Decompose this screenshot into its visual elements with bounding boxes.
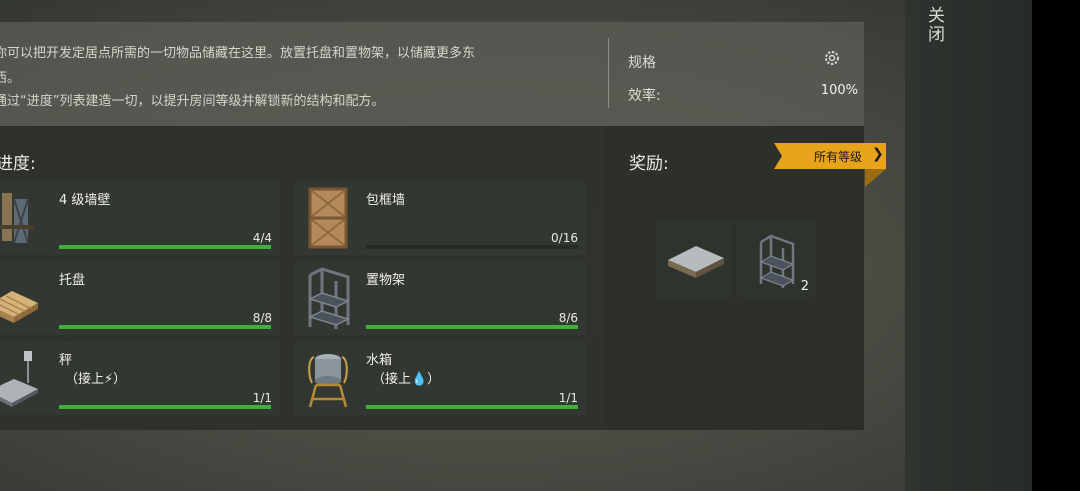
progress-bar-fill <box>59 325 271 329</box>
rewards-title: 奖励: <box>629 154 669 174</box>
all-levels-button[interactable]: 所有等级 ❯ <box>774 143 886 187</box>
task-name: 秤 <box>59 353 73 368</box>
reward-qty: 2 <box>800 279 809 294</box>
task-shelf[interactable]: 置物架 8/6 <box>294 261 586 335</box>
reward-slot[interactable]: 2 <box>737 220 815 298</box>
water-tank-icon <box>308 354 348 408</box>
task-name: 包框墙 <box>366 193 406 208</box>
progress-bar <box>366 325 578 329</box>
task-water-tank[interactable]: 水箱 （接上💧） 1/1 <box>294 341 586 415</box>
task-scale[interactable]: 秤 （接上⚡） 1/1 <box>0 341 280 415</box>
progress-bar <box>366 405 578 409</box>
task-requirement: （接上💧） <box>372 372 441 387</box>
tag-fold <box>865 169 886 187</box>
task-count: 1/1 <box>252 391 272 405</box>
close-button[interactable]: 关闭 <box>922 6 958 56</box>
progress-bar-fill <box>366 405 578 409</box>
task-requirement: （接上⚡） <box>65 372 127 387</box>
framed-wall-icon <box>308 187 348 249</box>
scale-icon <box>0 351 38 407</box>
reward-slot[interactable] <box>656 220 734 298</box>
progress-bar <box>366 245 578 249</box>
task-name: 4 级墙壁 <box>59 193 111 208</box>
wall-icon <box>0 193 34 244</box>
pallet-icon <box>0 291 38 323</box>
all-levels-label: 所有等级 <box>814 150 863 164</box>
progress-bar-fill <box>366 325 578 329</box>
progress-title: 进度: <box>0 154 36 174</box>
progress-bar-fill <box>59 405 271 409</box>
description-line-3: 通过“进度”列表建造一切，以提升房间等级并解锁新的结构和配方。 <box>0 94 385 109</box>
task-count: 8/8 <box>252 311 272 325</box>
task-name: 置物架 <box>366 273 406 288</box>
task-count: 0/16 <box>551 231 578 245</box>
efficiency-label: 效率: <box>628 88 661 104</box>
close-label: 关闭 <box>924 6 944 44</box>
task-count: 8/6 <box>558 311 578 325</box>
task-name: 托盘 <box>59 273 86 288</box>
efficiency-value: 100% <box>820 83 858 98</box>
task-count: 1/1 <box>558 391 578 405</box>
description-line-2: 西。 <box>0 71 21 86</box>
pallet-reward-icon <box>668 246 724 278</box>
progress-bar <box>59 325 271 329</box>
spec-label: 规格 <box>628 55 656 71</box>
gear-icon[interactable] <box>823 49 841 67</box>
task-name: 水箱 <box>366 353 393 368</box>
task-wall-level-4[interactable]: 4 级墙壁 4/4 <box>0 181 280 255</box>
task-framed-wall[interactable]: 包框墙 0/16 <box>294 181 586 255</box>
chevron-right-icon: ❯ <box>872 146 884 162</box>
task-count: 4/4 <box>252 231 272 245</box>
side-strip <box>905 0 1032 491</box>
progress-bar <box>59 405 271 409</box>
screen-edge <box>1032 0 1080 491</box>
shelf-icon <box>307 267 351 329</box>
description-line-1: 你可以把开发定居点所需的一切物品储藏在这里。放置托盘和置物架，以储藏更多东 <box>0 46 476 61</box>
task-pallet[interactable]: 托盘 8/8 <box>0 261 280 335</box>
progress-bar <box>59 245 271 249</box>
info-divider <box>608 38 609 108</box>
info-panel: 你可以把开发定居点所需的一切物品储藏在这里。放置托盘和置物架，以储藏更多东 西。… <box>0 22 864 126</box>
progress-bar-fill <box>59 245 271 249</box>
